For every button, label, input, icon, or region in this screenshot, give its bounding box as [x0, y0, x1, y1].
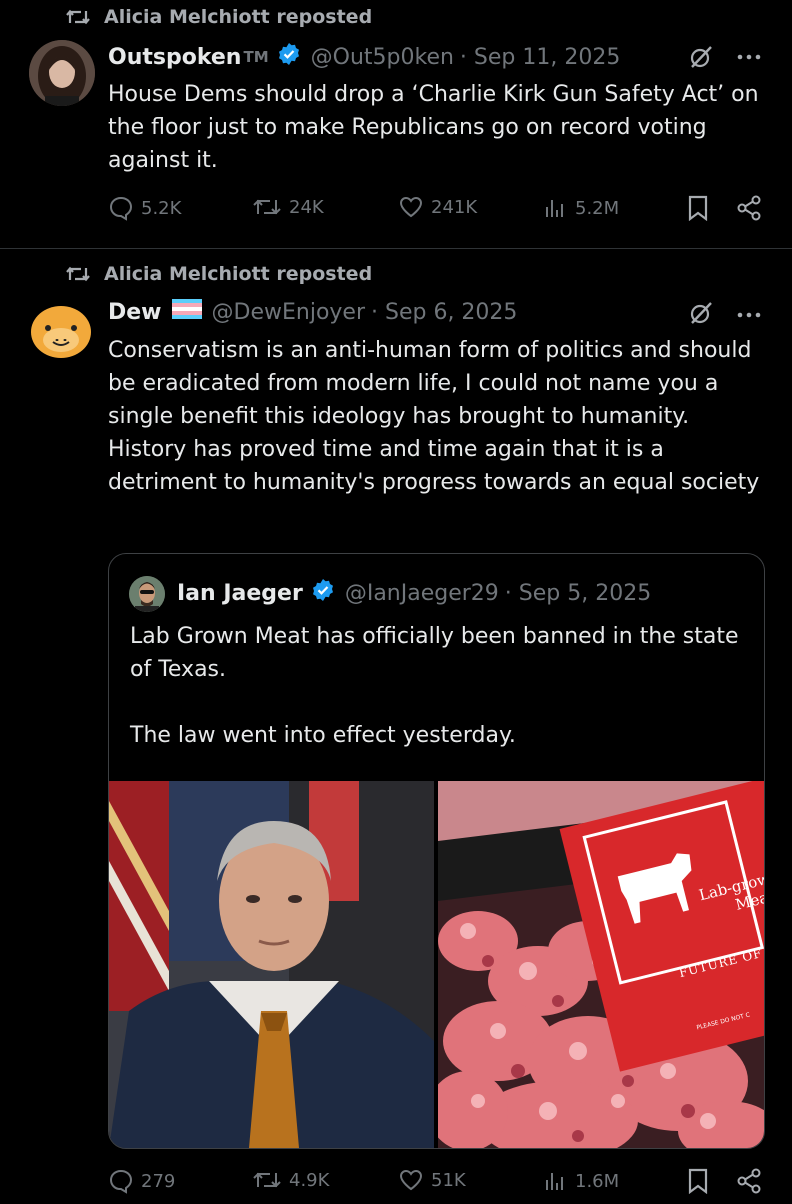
- grok-icon[interactable]: [688, 300, 714, 330]
- reply-button[interactable]: 5.2K: [108, 195, 181, 221]
- views-count: 5.2M: [575, 197, 620, 219]
- post-text: Conservatism is an anti-human form of po…: [108, 338, 760, 495]
- author-handle[interactable]: @Out5p0ken: [311, 45, 454, 70]
- repost-indicator[interactable]: Alicia Melchiott reposted: [66, 6, 372, 28]
- repost-icon: [66, 9, 90, 25]
- repost-icon: [66, 266, 90, 282]
- repost-button[interactable]: 4.9K: [252, 1168, 329, 1192]
- verified-badge-icon: [277, 42, 301, 72]
- like-count: 51K: [431, 1169, 466, 1191]
- share-button[interactable]: [736, 195, 769, 221]
- repost-button[interactable]: 24K: [252, 195, 324, 219]
- views-button[interactable]: 1.6M: [542, 1168, 619, 1194]
- like-button[interactable]: 51K: [398, 1168, 466, 1192]
- trans-flag-icon: [171, 299, 202, 325]
- post-divider: [0, 248, 792, 249]
- heart-icon: [399, 1169, 423, 1191]
- repost-count: 24K: [289, 196, 324, 218]
- post-date[interactable]: · Sep 6, 2025: [371, 300, 517, 325]
- reply-count: 279: [141, 1170, 176, 1192]
- cartoon-creature-avatar-icon: [31, 306, 91, 358]
- verified-badge-icon: [311, 578, 335, 608]
- post-text: House Dems should drop a ‘Charlie Kirk G…: [108, 82, 759, 173]
- repost-icon: [253, 199, 281, 215]
- avatar[interactable]: [26, 296, 96, 366]
- quote-image-left[interactable]: [109, 781, 434, 1148]
- views-chart-icon: [546, 200, 563, 217]
- bookmark-button[interactable]: [686, 195, 717, 221]
- action-bar: 279 4.9K 51K 1.6M: [108, 1168, 762, 1204]
- author-name-suffix: TM: [243, 48, 269, 66]
- quote-author-name[interactable]: Ian Jaeger: [177, 581, 303, 606]
- post-header: Outspoken TM @Out5p0ken · Sep 11, 2025: [108, 42, 620, 72]
- repost-count: 4.9K: [289, 1169, 330, 1191]
- share-icon: [737, 195, 761, 221]
- quote-header: Ian Jaeger @IanJaeger29 · Sep 5, 2025: [177, 578, 651, 608]
- post-header: Dew @DewEnjoyer · Sep 6, 2025: [108, 299, 517, 325]
- quoted-post[interactable]: Ian Jaeger @IanJaeger29 · Sep 5, 2025 La…: [108, 553, 765, 1149]
- like-button[interactable]: 241K: [398, 195, 477, 219]
- post-date[interactable]: · Sep 11, 2025: [460, 45, 620, 70]
- grok-icon[interactable]: [688, 44, 714, 74]
- avatar[interactable]: [29, 40, 95, 106]
- repost-indicator[interactable]: Alicia Melchiott reposted: [66, 263, 372, 285]
- like-count: 241K: [431, 196, 478, 218]
- bookmark-icon: [688, 1168, 708, 1194]
- share-icon: [737, 1168, 761, 1194]
- quote-image-right[interactable]: Lab-grow Meat FUTURE OF PLEASE DO NOT C: [438, 781, 764, 1148]
- action-bar: 5.2K 24K 241K 5.2M: [108, 195, 762, 231]
- more-options-icon[interactable]: [736, 306, 762, 325]
- repost-icon: [253, 1172, 281, 1188]
- share-button[interactable]: [736, 1168, 769, 1194]
- reply-icon: [109, 196, 133, 221]
- reply-button[interactable]: 279: [108, 1168, 175, 1194]
- quote-text: Lab Grown Meat has officially been banne…: [130, 624, 739, 748]
- views-button[interactable]: 5.2M: [542, 195, 619, 221]
- heart-icon: [399, 196, 423, 218]
- author-name[interactable]: Dew: [108, 300, 162, 325]
- reply-count: 5.2K: [141, 197, 182, 219]
- avatar[interactable]: [129, 576, 165, 612]
- man-in-suit-photo-icon: [109, 781, 434, 1148]
- more-options-icon[interactable]: [736, 48, 762, 67]
- views-chart-icon: [546, 1173, 563, 1190]
- man-avatar-icon: [129, 576, 165, 612]
- woman-avatar-icon: [29, 40, 95, 106]
- repost-label: Alicia Melchiott reposted: [104, 6, 373, 28]
- views-count: 1.6M: [575, 1170, 620, 1192]
- quote-date[interactable]: · Sep 5, 2025: [505, 581, 651, 606]
- repost-label: Alicia Melchiott reposted: [104, 263, 373, 285]
- bookmark-icon: [688, 195, 708, 221]
- reply-icon: [109, 1169, 133, 1194]
- quote-author-handle[interactable]: @IanJaeger29: [345, 581, 499, 606]
- author-handle[interactable]: @DewEnjoyer: [212, 300, 365, 325]
- bookmark-button[interactable]: [686, 1168, 717, 1194]
- author-name[interactable]: Outspoken: [108, 45, 241, 70]
